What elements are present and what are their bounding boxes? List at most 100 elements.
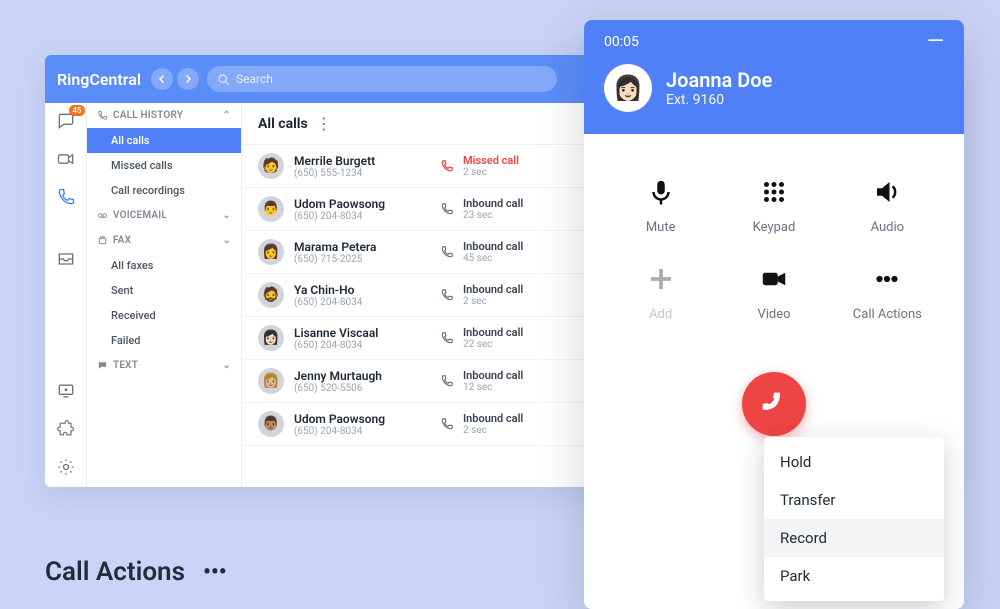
call-contact-name: Udom Paowsong xyxy=(294,197,439,211)
sidebar-item-failed[interactable]: Failed xyxy=(87,328,241,353)
call-contact-name: Ya Chin-Ho xyxy=(294,283,439,297)
avatar: 👩🏻 xyxy=(258,325,284,351)
rail-settings[interactable] xyxy=(56,457,76,477)
menu-item-record[interactable]: Record xyxy=(764,519,944,557)
chevron-down-icon: ⌄ xyxy=(222,210,231,221)
feature-caption: Call Actions ••• xyxy=(45,557,227,587)
call-type-label: Inbound call xyxy=(463,326,523,339)
minimize-button[interactable]: — xyxy=(927,38,944,46)
mute-label: Mute xyxy=(646,220,676,235)
nav-arrows xyxy=(151,68,199,90)
call-contact-name: Udom Paowsong xyxy=(294,412,439,426)
rail-chat[interactable]: 45 xyxy=(56,111,76,131)
menu-item-transfer[interactable]: Transfer xyxy=(764,481,944,519)
video-icon xyxy=(56,149,76,169)
section-label: TEXT xyxy=(113,360,138,371)
sidebar-item-received[interactable]: Received xyxy=(87,303,241,328)
inbound-call-icon xyxy=(439,373,455,389)
sidebar-item-all-faxes[interactable]: All faxes xyxy=(87,253,241,278)
nav-back-button[interactable] xyxy=(151,68,173,90)
call-duration: 2 sec xyxy=(463,167,519,178)
section-label: CALL HISTORY xyxy=(113,110,183,121)
call-duration: 2 sec xyxy=(463,425,523,436)
screen-icon xyxy=(56,381,76,401)
call-phone-number: (650) 555-1234 xyxy=(294,168,439,179)
section-label: VOICEMAIL xyxy=(113,210,167,221)
active-call-panel: 00:05 — 👩🏻 Joanna Doe Ext. 9160 Mute Key… xyxy=(584,20,964,609)
hangup-button[interactable] xyxy=(742,372,806,436)
video-button[interactable]: Video xyxy=(717,261,830,322)
add-button[interactable]: Add xyxy=(604,261,717,322)
avatar: 🧔 xyxy=(258,282,284,308)
inbox-icon xyxy=(56,249,76,269)
audio-button[interactable]: Audio xyxy=(831,174,944,235)
call-duration: 45 sec xyxy=(463,253,523,264)
inbound-call-icon xyxy=(439,416,455,432)
gear-icon xyxy=(56,457,76,477)
avatar: 👩 xyxy=(258,239,284,265)
rail-inbox[interactable] xyxy=(56,249,76,269)
callee-ext: Ext. 9160 xyxy=(666,92,772,108)
add-label: Add xyxy=(649,307,672,322)
caption-title: Call Actions xyxy=(45,557,185,587)
call-phone-number: (650) 715-2025 xyxy=(294,254,439,265)
nav-forward-button[interactable] xyxy=(177,68,199,90)
call-type-label: Missed call xyxy=(463,154,519,167)
page-title-more-icon[interactable]: ⋮ xyxy=(316,114,332,133)
more-icon: ••• xyxy=(203,560,227,585)
chevron-down-icon: ⌄ xyxy=(222,235,231,246)
call-timer: 00:05 xyxy=(604,34,639,50)
chevron-up-icon: ⌃ xyxy=(222,110,231,121)
sidebar-item-sent[interactable]: Sent xyxy=(87,278,241,303)
chat-badge: 45 xyxy=(69,105,84,116)
rail-video[interactable] xyxy=(56,149,76,169)
avatar: 🧑 xyxy=(258,153,284,179)
search-placeholder: Search xyxy=(236,72,273,86)
section-call-history[interactable]: CALL HISTORY ⌃ xyxy=(87,103,241,128)
call-duration: 12 sec xyxy=(463,382,523,393)
mic-icon xyxy=(643,174,679,210)
inbound-call-icon xyxy=(439,287,455,303)
avatar: 👩🏼 xyxy=(258,368,284,394)
call-contact-name: Jenny Murtaugh xyxy=(294,369,439,383)
call-type-label: Inbound call xyxy=(463,412,523,425)
keypad-icon xyxy=(756,174,792,210)
sidebar-item-all-calls[interactable]: All calls xyxy=(87,128,241,153)
section-label: FAX xyxy=(113,235,131,246)
hangup-icon xyxy=(758,388,790,420)
videocam-icon xyxy=(756,261,792,297)
section-fax[interactable]: FAX ⌄ xyxy=(87,228,241,253)
call-duration: 2 sec xyxy=(463,296,523,307)
keypad-label: Keypad xyxy=(753,220,796,235)
call-phone-number: (650) 204-8034 xyxy=(294,340,439,351)
nav-rail: 45 xyxy=(45,103,87,487)
call-contact-name: Lisanne Viscaal xyxy=(294,326,439,340)
search-input[interactable]: Search xyxy=(207,66,557,92)
text-icon xyxy=(97,360,108,371)
voicemail-icon xyxy=(97,210,108,221)
call-actions-button[interactable]: Call Actions xyxy=(831,261,944,322)
menu-item-hold[interactable]: Hold xyxy=(764,443,944,481)
more-icon xyxy=(869,261,905,297)
page-title: All calls xyxy=(258,116,308,132)
mute-button[interactable]: Mute xyxy=(604,174,717,235)
sidebar-item-missed-calls[interactable]: Missed calls xyxy=(87,153,241,178)
rail-screen[interactable] xyxy=(56,381,76,401)
brand-label: RingCentral xyxy=(57,70,141,89)
plus-icon xyxy=(643,261,679,297)
callee-avatar: 👩🏻 xyxy=(604,64,652,112)
section-text[interactable]: TEXT ⌄ xyxy=(87,353,241,378)
call-phone-number: (650) 204-8034 xyxy=(294,426,439,437)
menu-item-park[interactable]: Park xyxy=(764,557,944,595)
rail-phone[interactable] xyxy=(56,187,76,207)
keypad-button[interactable]: Keypad xyxy=(717,174,830,235)
call-duration: 23 sec xyxy=(463,210,523,221)
call-type-label: Inbound call xyxy=(463,369,523,382)
section-voicemail[interactable]: VOICEMAIL ⌄ xyxy=(87,203,241,228)
call-phone-number: (650) 204-8034 xyxy=(294,297,439,308)
rail-apps[interactable] xyxy=(56,419,76,439)
sidebar-item-call-recordings[interactable]: Call recordings xyxy=(87,178,241,203)
puzzle-icon xyxy=(56,419,76,439)
call-type-label: Inbound call xyxy=(463,240,523,253)
search-icon xyxy=(217,73,230,86)
